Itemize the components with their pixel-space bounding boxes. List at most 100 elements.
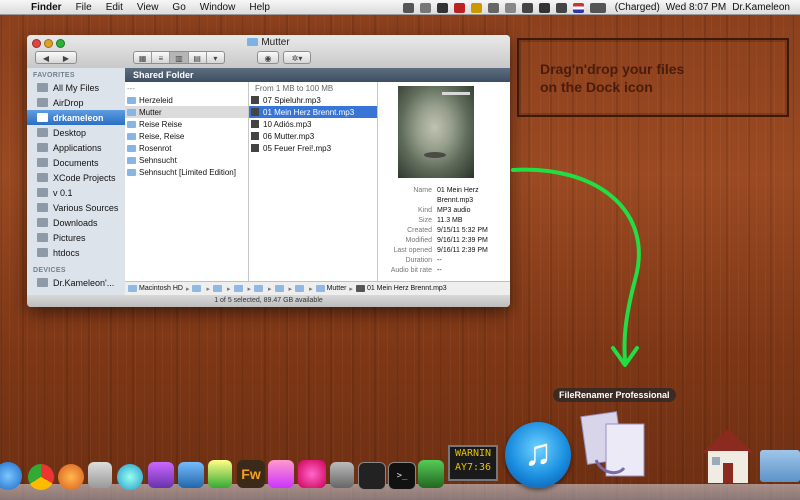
path-item-disk[interactable]: Macintosh HD <box>128 285 183 292</box>
track-row[interactable]: 05 Feuer Frei!.mp3 <box>249 142 377 154</box>
sidebar-item[interactable]: Documents <box>27 155 125 170</box>
filerenamer-icon[interactable] <box>578 410 652 484</box>
record-icon[interactable] <box>453 2 465 13</box>
app-icon[interactable] <box>418 460 444 488</box>
album-row[interactable]: Sehnsucht <box>125 154 248 166</box>
menubar: Finder File Edit View Go Window Help (Ch… <box>0 0 800 15</box>
path-label: Macintosh HD <box>139 285 183 292</box>
battery-status[interactable]: (Charged) <box>615 2 660 13</box>
column-albums[interactable]: --- Herzeleid Mutter Reise Reise Reise, Rei… <box>125 82 249 281</box>
status-icon[interactable] <box>436 2 448 13</box>
window-titlebar[interactable]: Mutter ◀ ▶ ▦ ≡ ▥ ▤ ▾ ◉ ✲▾ <box>27 35 510 69</box>
path-item[interactable] <box>274 285 286 292</box>
app-icon[interactable] <box>208 460 232 488</box>
time-machine-icon[interactable] <box>504 2 516 13</box>
path-item-file[interactable]: 01 Mein Herz Brennt.mp3 <box>355 285 447 292</box>
home-folder-icon[interactable] <box>700 425 756 485</box>
dock-tooltip: FileRenamer Professional <box>553 388 676 402</box>
track-row[interactable]: 10 Adiós.mp3 <box>249 118 377 130</box>
sidebar-item[interactable]: AirDrop <box>27 95 125 110</box>
menu-window[interactable]: Window <box>200 2 236 13</box>
app-icon[interactable] <box>88 462 112 488</box>
menu-file[interactable]: File <box>76 2 92 13</box>
back-forward-control[interactable]: ◀ ▶ <box>35 51 77 64</box>
sidebar-item-label: drkameleon <box>53 112 104 123</box>
status-icon[interactable] <box>402 2 414 13</box>
menu-finder[interactable]: Finder <box>31 2 62 13</box>
menu-view[interactable]: View <box>137 2 159 13</box>
list-view-icon[interactable]: ≡ <box>152 52 171 63</box>
menubar-user[interactable]: Dr.Kameleon <box>732 2 790 13</box>
quick-look-button[interactable]: ◉ <box>257 51 279 64</box>
app-icon[interactable] <box>268 460 294 488</box>
back-arrow-icon[interactable]: ◀ <box>36 52 56 65</box>
icon-view-icon[interactable]: ▦ <box>134 52 153 63</box>
sidebar-item[interactable]: Desktop <box>27 125 125 140</box>
bluetooth-icon[interactable] <box>521 2 533 13</box>
path-item[interactable] <box>213 285 224 292</box>
app-icon[interactable] <box>178 462 204 488</box>
sidebar-item[interactable]: Various Sources <box>27 200 125 215</box>
album-row[interactable]: Reise Reise <box>125 118 248 130</box>
action-menu-button[interactable]: ✲▾ <box>283 51 311 64</box>
info-value: 01 Mein Herz <box>437 187 479 194</box>
fireworks-icon[interactable]: Fw <box>237 460 265 488</box>
track-row[interactable]: 06 Mutter.mp3 <box>249 130 377 142</box>
wifi-icon[interactable] <box>538 2 550 13</box>
column-view-icon[interactable]: ▥ <box>170 52 189 63</box>
menubar-clock[interactable]: Wed 8:07 PM <box>666 2 726 13</box>
status-icon[interactable] <box>470 2 482 13</box>
sidebar-item[interactable]: XCode Projects <box>27 170 125 185</box>
terminal-icon[interactable]: >_ <box>388 462 416 490</box>
sidebar-item[interactable]: v 0.1 <box>27 185 125 200</box>
folder-icon <box>213 285 222 292</box>
menu-help[interactable]: Help <box>249 2 270 13</box>
album-row[interactable]: Herzeleid <box>125 94 248 106</box>
sidebar-item[interactable]: All My Files <box>27 80 125 95</box>
volume-icon[interactable] <box>555 2 567 13</box>
itunes-icon[interactable]: ♫ <box>505 422 571 488</box>
activity-monitor-icon[interactable] <box>358 462 386 490</box>
system-preferences-icon[interactable] <box>330 462 354 488</box>
menu-edit[interactable]: Edit <box>106 2 123 13</box>
console-icon[interactable]: WARNIN AY7:36 <box>448 445 498 481</box>
sidebar-item[interactable]: Downloads <box>27 215 125 230</box>
battery-icon[interactable] <box>589 2 606 13</box>
album-row[interactable]: Mutter <box>125 106 248 118</box>
status-icon[interactable] <box>419 2 431 13</box>
sidebar-item-icon <box>37 143 48 152</box>
path-item-mutter[interactable]: Mutter <box>315 285 346 292</box>
path-item[interactable] <box>295 285 306 292</box>
arrange-icon[interactable]: ▾ <box>207 52 224 63</box>
path-item[interactable] <box>254 285 265 292</box>
coverflow-view-icon[interactable]: ▤ <box>189 52 207 63</box>
album-row[interactable]: Reise, Reise <box>125 130 248 142</box>
folder-icon <box>127 156 136 164</box>
sidebar-item[interactable]: Applications <box>27 140 125 155</box>
sidebar-item-icon <box>37 248 48 257</box>
curved-arrow-icon <box>511 167 641 367</box>
flag-icon[interactable] <box>572 2 584 13</box>
app-icon[interactable] <box>148 462 174 488</box>
folder-icon <box>127 168 136 176</box>
album-row[interactable]: Rosenrot <box>125 142 248 154</box>
app-icon[interactable] <box>298 460 326 488</box>
sidebar-item[interactable]: drkameleon <box>27 110 125 125</box>
chrome-icon[interactable] <box>28 464 54 490</box>
track-row[interactable]: 07 Spieluhr.mp3 <box>249 94 377 106</box>
menu-go[interactable]: Go <box>172 2 185 13</box>
column-tracks[interactable]: From 1 MB to 100 MB 07 Spieluhr.mp3 01 Me… <box>249 82 378 281</box>
path-item[interactable] <box>192 285 203 292</box>
firefox-icon[interactable] <box>58 464 84 490</box>
sidebar-device-item[interactable]: Dr.Kameleon'... <box>27 275 125 290</box>
view-mode-control[interactable]: ▦ ≡ ▥ ▤ ▾ <box>133 51 225 64</box>
forward-arrow-icon[interactable]: ▶ <box>56 52 76 65</box>
sidebar-item[interactable]: Pictures <box>27 230 125 245</box>
sidebar-item[interactable]: htdocs <box>27 245 125 260</box>
folder-icon[interactable] <box>760 450 800 482</box>
track-row[interactable]: 01 Mein Herz Brennt.mp3 <box>249 106 377 118</box>
app-icon[interactable] <box>117 464 143 490</box>
status-icon[interactable] <box>487 2 499 13</box>
album-row[interactable]: Sehnsucht [Limited Edition] <box>125 166 248 178</box>
path-item[interactable] <box>233 285 245 292</box>
